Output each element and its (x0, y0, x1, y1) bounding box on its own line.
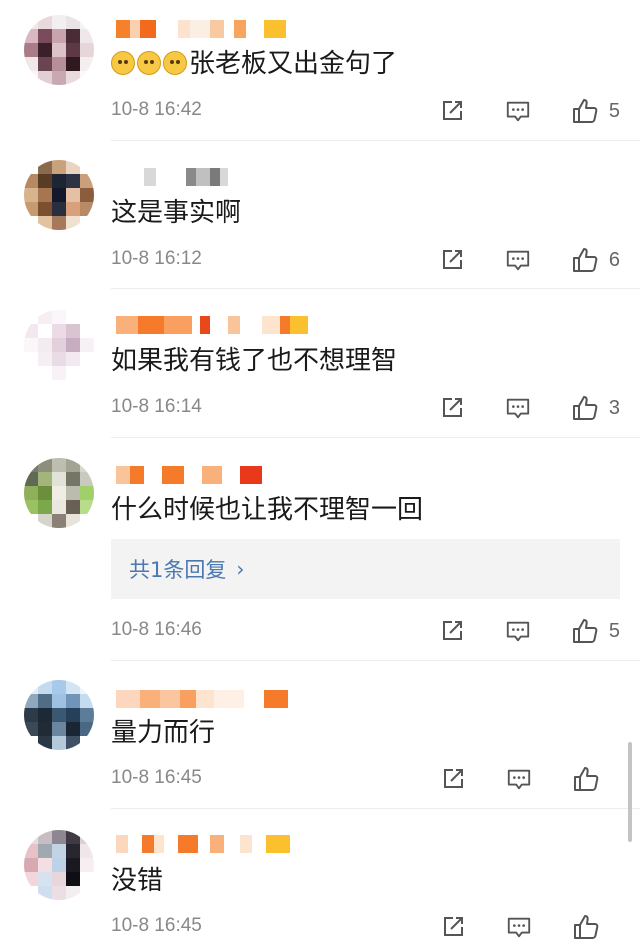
emoji-icon (111, 51, 135, 75)
comment-icon[interactable] (505, 618, 531, 644)
like-count: 3 (608, 396, 620, 419)
replies-link[interactable]: 共1条回复 › (111, 539, 620, 599)
comment-actions (400, 913, 620, 941)
comment-icon[interactable] (505, 395, 531, 421)
emoji-icon (163, 51, 187, 75)
scrollbar[interactable] (628, 742, 632, 842)
chevron-right-icon: › (236, 557, 245, 581)
username-blurred[interactable] (116, 17, 356, 41)
avatar[interactable] (24, 680, 94, 750)
username-blurred[interactable] (116, 313, 356, 337)
comment-icon[interactable] (505, 247, 531, 273)
like-icon (572, 248, 598, 272)
share-icon[interactable] (440, 914, 466, 940)
like-icon (572, 619, 598, 643)
share-icon[interactable] (439, 98, 465, 124)
timestamp: 10-8 16:42 (111, 99, 202, 120)
divider (111, 660, 640, 661)
comment-actions: 5 (399, 617, 620, 645)
comment-text: 这是事实啊 (111, 198, 242, 228)
like-count: 5 (608, 99, 620, 122)
like-button[interactable]: 5 (571, 617, 620, 645)
replies-count-label: 共1条回复 (129, 558, 227, 582)
like-count: 5 (608, 619, 620, 642)
like-button[interactable] (572, 765, 620, 793)
comment-actions: 6 (399, 246, 620, 274)
avatar[interactable] (24, 15, 94, 85)
comment-text: 没错 (111, 866, 164, 896)
share-icon[interactable] (439, 395, 465, 421)
comment-actions (400, 765, 620, 793)
comment-text: 如果我有钱了也不想理智 (111, 346, 398, 376)
like-icon (572, 396, 598, 420)
avatar[interactable] (24, 458, 94, 528)
avatar[interactable] (24, 160, 94, 230)
username-blurred[interactable] (116, 832, 356, 856)
comment-text: 什么时候也让我不理智一回 (111, 495, 424, 525)
share-icon[interactable] (439, 618, 465, 644)
like-icon (574, 767, 599, 791)
like-button[interactable] (572, 913, 620, 941)
timestamp: 10-8 16:14 (111, 396, 202, 417)
like-button[interactable]: 6 (571, 246, 620, 274)
divider (111, 437, 640, 438)
divider (111, 808, 640, 809)
timestamp: 10-8 16:12 (111, 248, 202, 269)
share-icon[interactable] (440, 766, 466, 792)
timestamp: 10-8 16:46 (111, 619, 202, 640)
comment-text: 张老板又出金句了 (111, 47, 397, 81)
username-blurred[interactable] (116, 165, 356, 189)
like-icon (572, 99, 598, 123)
username-blurred[interactable] (116, 463, 356, 487)
comment-icon[interactable] (506, 914, 532, 940)
avatar[interactable] (24, 830, 94, 900)
share-icon[interactable] (439, 247, 465, 273)
timestamp: 10-8 16:45 (111, 767, 202, 788)
emoji-icon (137, 51, 161, 75)
comment-actions: 3 (399, 394, 620, 422)
comment-icon[interactable] (506, 766, 532, 792)
like-button[interactable]: 5 (571, 97, 620, 125)
timestamp: 10-8 16:45 (111, 915, 202, 936)
avatar[interactable] (24, 310, 94, 380)
comment-body: 张老板又出金句了 (189, 49, 398, 79)
comment-icon[interactable] (505, 98, 531, 124)
comment-actions: 5 (399, 97, 620, 125)
divider (111, 140, 640, 141)
like-button[interactable]: 3 (571, 394, 620, 422)
username-blurred[interactable] (116, 687, 356, 711)
like-count: 6 (608, 248, 620, 271)
divider (111, 288, 640, 289)
like-icon (574, 915, 599, 939)
comment-text: 量力而行 (111, 718, 216, 748)
